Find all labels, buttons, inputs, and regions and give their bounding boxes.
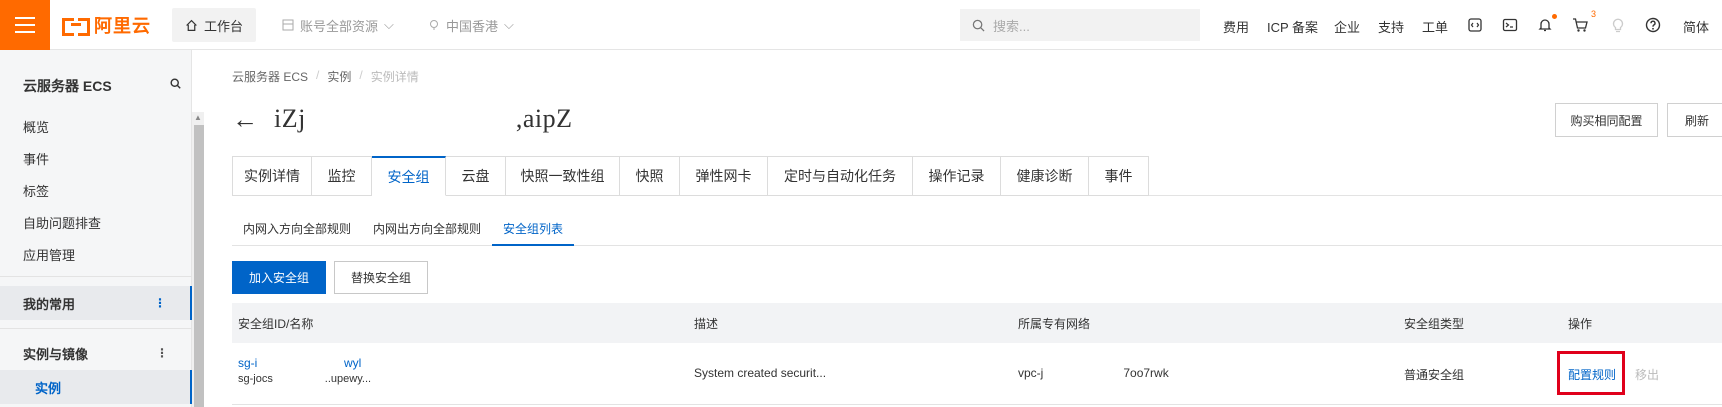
tab-monitoring[interactable]: 监控 [312,156,372,196]
tab-eni[interactable]: 弹性网卡 [680,156,768,196]
security-group-id-link[interactable]: sg-i wyl [238,356,361,370]
breadcrumb-instances[interactable]: 实例 [327,68,351,85]
menu-icon[interactable] [0,0,50,50]
subtab-inbound-rules[interactable]: 内网入方向全部规则 [232,210,362,246]
lightbulb-icon[interactable] [1608,15,1628,35]
search-placeholder: 搜索... [993,18,1030,34]
sidebar-section-label: 我的常用 [23,296,76,312]
tab-scheduled-tasks[interactable]: 定时与自动化任务 [768,156,913,196]
top-navigation-bar: 阿里云 工作台 账号全部资源 ⌵ 中国香港 ⌵ 搜索... 费用 ICP 备案 … [0,0,1722,50]
global-search-input[interactable]: 搜索... [960,9,1200,41]
tab-snapshot-consistency-group[interactable]: 快照一致性组 [506,156,620,196]
sidebar-title: 云服务器 ECS [23,78,112,94]
back-arrow-icon[interactable]: ← [232,106,258,132]
tab-disks[interactable]: 云盘 [446,156,506,196]
grid-icon [282,19,294,31]
table-row: sg-i wyl sg-jocs ..upewy... System creat… [232,343,1722,405]
column-header-id-name: 安全组ID/名称 [238,317,314,331]
sidebar-scroll-thumb[interactable] [194,125,204,407]
sidebar-section-instances[interactable]: 实例与镜像 ⋮ [0,336,192,370]
sidebar: 云服务器 ECS 概览 事件 标签 自助问题排查 应用管理 我的常用 ⋮ 实例与… [0,50,192,407]
home-icon [186,19,197,31]
sidebar-item-app-management[interactable]: 应用管理 [23,245,75,264]
search-icon [972,19,985,32]
column-header-description: 描述 [694,317,719,331]
sidebar-item-instances[interactable]: 实例 [0,370,192,404]
sidebar-divider [0,276,192,277]
join-security-group-button[interactable]: 加入安全组 [232,261,326,294]
notification-dot [1552,14,1557,19]
tab-health-diagnosis[interactable]: 健康诊断 [1001,156,1089,196]
sidebar-item-troubleshoot[interactable]: 自助问题排查 [23,213,101,232]
security-group-subtabs: 内网入方向全部规则 内网出方向全部规则 安全组列表 [232,210,1722,246]
chevron-down-icon: ⌵ [504,17,514,32]
sidebar-divider [0,328,192,329]
nav-link-billing[interactable]: 费用 [1223,17,1249,36]
tab-operation-logs[interactable]: 操作记录 [913,156,1001,196]
breadcrumb: 云服务器 ECS / 实例 / 实例详情 [232,68,419,85]
sidebar-section-favorites[interactable]: 我的常用 ⋮ [0,286,192,320]
remove-link[interactable]: 移出 [1635,366,1659,383]
nav-link-enterprise[interactable]: 企业 [1334,17,1360,36]
column-header-actions: 操作 [1568,317,1593,331]
highlight-box [1557,351,1625,395]
cart-icon[interactable] [1570,15,1590,35]
security-group-description: System created securit... [694,366,827,380]
tab-security-group[interactable]: 安全组 [372,156,446,196]
cart-count-badge: 3 [1591,9,1597,19]
breadcrumb-ecs[interactable]: 云服务器 ECS [232,68,308,85]
tab-instance-details[interactable]: 实例详情 [232,156,312,196]
tab-events[interactable]: 事件 [1089,156,1149,196]
brand-name: 阿里云 [94,16,151,36]
table-header: 安全组ID/名称 描述 所属专有网络 安全组类型 操作 [232,303,1722,343]
language-switch[interactable]: 简体 [1683,17,1709,36]
workbench-label: 工作台 [203,18,243,34]
nav-link-ticket[interactable]: 工单 [1422,17,1448,36]
more-icon[interactable]: ⋮ [156,346,168,360]
security-group-type: 普通安全组 [1404,368,1465,382]
terminal-icon[interactable] [1500,15,1520,35]
replace-security-group-button[interactable]: 替换安全组 [334,261,428,294]
workbench-button[interactable]: 工作台 [172,8,256,42]
subtab-security-group-list[interactable]: 安全组列表 [492,210,575,246]
vpc-id: vpc-j 7oo7rwk [1018,366,1169,380]
nav-link-icp[interactable]: ICP 备案 [1267,17,1318,36]
region-select[interactable]: 中国香港 ⌵ [428,8,514,42]
region-label: 中国香港 [446,18,499,34]
search-icon[interactable] [170,78,181,89]
column-header-vpc: 所属专有网络 [1018,317,1091,331]
breadcrumb-separator: / [316,68,320,82]
account-scope-select[interactable]: 账号全部资源 ⌵ [282,8,394,42]
column-header-type: 安全组类型 [1404,317,1465,331]
buy-same-config-button[interactable]: 购买相同配置 [1555,103,1658,137]
aliyun-logo-icon [62,16,90,36]
sidebar-item-label: 实例 [35,380,62,396]
more-icon[interactable]: ⋮ [154,296,166,310]
page-header: ← iZj ,aipZ [232,104,572,134]
breadcrumb-current: 实例详情 [370,70,419,84]
scroll-up-icon[interactable]: ▲ [194,113,202,122]
chevron-down-icon: ⌵ [384,17,394,32]
refresh-button[interactable]: 刷新 [1667,103,1722,137]
code-icon[interactable] [1465,15,1485,35]
nav-link-support[interactable]: 支持 [1378,17,1404,36]
subtab-outbound-rules[interactable]: 内网出方向全部规则 [362,210,492,246]
sidebar-item-events[interactable]: 事件 [23,149,49,168]
account-scope-label: 账号全部资源 [300,18,379,34]
sidebar-item-tags[interactable]: 标签 [23,181,49,200]
breadcrumb-separator: / [359,68,363,82]
tab-snapshots[interactable]: 快照 [620,156,680,196]
brand-logo[interactable]: 阿里云 [62,14,151,36]
instance-tabs: 实例详情 监控 安全组 云盘 快照一致性组 快照 弹性网卡 定时与自动化任务 操… [232,156,1722,196]
sidebar-section-label: 实例与镜像 [23,346,89,362]
security-group-name: sg-jocs ..upewy... [238,373,372,385]
page-title: iZj ,aipZ [274,104,573,133]
location-icon [430,20,438,30]
help-icon[interactable] [1643,15,1663,35]
sidebar-item-overview[interactable]: 概览 [23,117,49,136]
